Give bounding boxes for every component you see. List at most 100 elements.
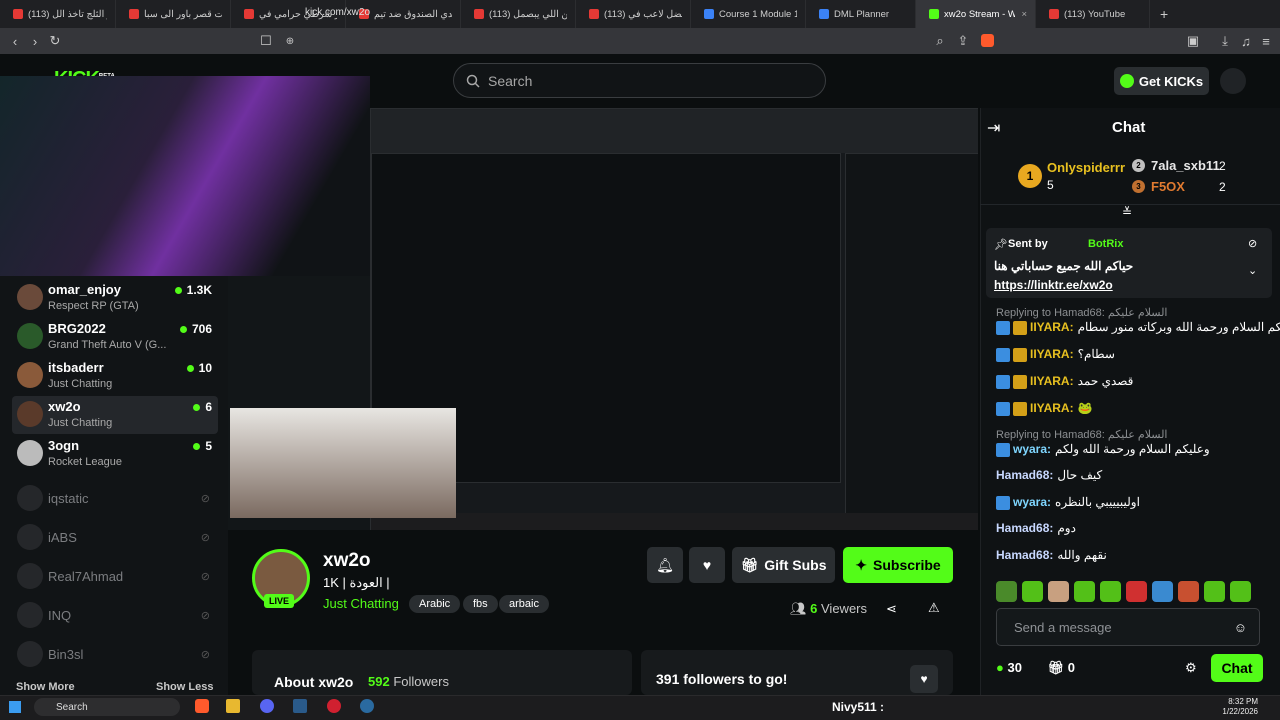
brave-app-icon[interactable]: [195, 699, 209, 713]
chat-username[interactable]: Hamad68:: [996, 521, 1053, 535]
search-icon: [466, 74, 480, 88]
menu-icon[interactable]: ≡: [1256, 34, 1276, 49]
emote-icon[interactable]: [1100, 581, 1121, 602]
goal-follow-button[interactable]: ♥: [910, 665, 938, 693]
offline-icon: ⊘: [200, 532, 210, 544]
browser-tab[interactable]: (113) افضل لاعب في: [576, 0, 691, 28]
crown-badge-icon: [1013, 347, 1027, 362]
pinned-link[interactable]: https://linktr.ee/xw2o: [994, 278, 1113, 292]
collapse-chat-icon[interactable]: ⇥: [987, 118, 1000, 138]
channel-name[interactable]: xw2o: [323, 550, 371, 572]
sidebar-channel-iqstatic[interactable]: iqstatic ⊘: [12, 480, 218, 518]
chat-username[interactable]: IIYARA:: [1030, 320, 1074, 334]
report-icon[interactable]: ⚠: [928, 600, 940, 616]
taskbar-search[interactable]: Search: [34, 698, 180, 716]
sidebar-channel-omar_enjoy[interactable]: omar_enjoy Respect RP (GTA) 1.3K: [12, 279, 218, 317]
brave-shield-icon[interactable]: [981, 34, 994, 47]
sidebar-channel-3ogn[interactable]: 3ogn Rocket League 5: [12, 435, 218, 473]
chat-input-placeholder: Send a message: [1014, 619, 1112, 635]
browser-tab[interactable]: Course 1 Module 1 Te: [691, 0, 806, 28]
user-avatar[interactable]: [1220, 68, 1246, 94]
channel-viewers: 6: [193, 400, 212, 414]
download-icon[interactable]: ⤓: [1215, 33, 1235, 49]
share-icon[interactable]: ⋖: [886, 601, 897, 617]
leader-name-1[interactable]: Onlyspiderrr: [1047, 160, 1125, 175]
url-text[interactable]: kick.com/xw2o: [305, 7, 370, 18]
sidebar-channel-inq[interactable]: INQ ⊘: [12, 597, 218, 635]
close-tab-icon[interactable]: ×: [1021, 9, 1027, 20]
chat-input[interactable]: Send a message ☺: [996, 608, 1260, 646]
follow-button[interactable]: ♥: [689, 547, 725, 583]
leader-name-2[interactable]: 7ala_sxb11: [1151, 158, 1220, 173]
browser-tab[interactable]: حولت قصر باور الى سبا: [116, 0, 231, 28]
reload-icon[interactable]: ↻: [45, 33, 65, 49]
app-icon[interactable]: [293, 699, 307, 713]
hide-pin-icon[interactable]: ⊘: [1248, 237, 1257, 250]
chat-username[interactable]: Hamad68:: [996, 548, 1053, 562]
windows-start-icon[interactable]: [9, 701, 21, 713]
chat-username[interactable]: IIYARA:: [1030, 374, 1074, 388]
share-icon[interactable]: ⇪: [953, 33, 973, 49]
sidebar-channel-iabs[interactable]: iABS ⊘: [12, 519, 218, 557]
bookmark-icon[interactable]: ☐: [256, 33, 276, 49]
discord-app-icon[interactable]: [260, 699, 274, 713]
tab-favicon-icon: [244, 9, 254, 19]
emote-icon[interactable]: [1230, 581, 1251, 602]
files-app-icon[interactable]: [226, 699, 240, 713]
reply-context[interactable]: Replying to Hamad68: السلام عليكم: [996, 306, 1167, 319]
chat-send-button[interactable]: Chat: [1211, 654, 1263, 682]
new-tab-button[interactable]: +: [1150, 6, 1178, 22]
emote-icon[interactable]: [1022, 581, 1043, 602]
steam-app-icon[interactable]: [360, 699, 374, 713]
expand-pin-icon[interactable]: ⌄: [1248, 264, 1257, 277]
emote-icon[interactable]: [1074, 581, 1095, 602]
zoom-icon[interactable]: ⌕: [930, 33, 950, 49]
reply-context[interactable]: Replying to Hamad68: السلام عليكم: [996, 428, 1167, 441]
app-icon[interactable]: [327, 699, 341, 713]
browser-tab[interactable]: (113) مين اللي يبصمل: [461, 0, 576, 28]
sidebar-channel-real7ahmad[interactable]: Real7Ahmad ⊘: [12, 558, 218, 596]
gift-subs-button[interactable]: 🎁︎ Gift Subs: [732, 547, 835, 583]
pinned-sender[interactable]: BotRix: [1088, 238, 1123, 250]
emote-icon[interactable]: [1204, 581, 1225, 602]
chat-username[interactable]: wyara:: [1013, 495, 1051, 509]
chat-username[interactable]: IIYARA:: [1030, 401, 1074, 415]
sidebar-channel-itsbaderr[interactable]: itsbaderr Just Chatting 10: [12, 357, 218, 395]
emote-icon[interactable]: [1178, 581, 1199, 602]
browser-tab[interactable]: (113) اكسر الثلج تاخذ الل: [0, 0, 116, 28]
gift-icon[interactable]: 🎁︎: [1048, 660, 1065, 675]
chat-settings-icon[interactable]: ⚙: [1185, 660, 1197, 676]
site-info-icon[interactable]: ⊕: [280, 36, 300, 47]
emoji-icon[interactable]: ☺: [1234, 620, 1247, 635]
subscribe-button[interactable]: ✦ Subscribe: [843, 547, 953, 583]
back-icon[interactable]: ‹: [5, 34, 25, 49]
stream-category[interactable]: Just Chatting: [323, 596, 399, 611]
leader-name-3[interactable]: F5OX: [1151, 179, 1185, 194]
sidebar-channel-bin3sl[interactable]: Bin3sl ⊘: [12, 636, 218, 674]
expand-leaderboard-icon[interactable]: ≚: [1122, 205, 1132, 219]
chat-username[interactable]: Hamad68:: [996, 468, 1053, 482]
show-less-button[interactable]: Show Less: [156, 681, 213, 693]
tag-arabic[interactable]: Arabic: [409, 595, 461, 613]
emote-icon[interactable]: [1048, 581, 1069, 602]
browser-tab[interactable]: DML Planner: [806, 0, 916, 28]
browser-tab[interactable]: xw2o Stream - W ×: [916, 0, 1036, 28]
channel-avatar: [17, 563, 43, 589]
tag-fbs[interactable]: fbs: [463, 595, 498, 613]
chat-username[interactable]: wyara:: [1013, 442, 1051, 456]
emote-icon[interactable]: [996, 581, 1017, 602]
show-more-button[interactable]: Show More: [16, 681, 75, 693]
sidebar-channel-xw2o[interactable]: xw2o Just Chatting 6: [12, 396, 218, 434]
browser-tab[interactable]: (113) YouTube: [1036, 0, 1150, 28]
search-input[interactable]: Search: [453, 63, 826, 98]
chat-username[interactable]: IIYARA:: [1030, 347, 1074, 361]
sidebar-toggle-icon[interactable]: ▣: [1183, 33, 1203, 49]
emote-icon[interactable]: [1126, 581, 1147, 602]
notification-bell-button[interactable]: 🔔︎: [647, 547, 683, 583]
media-icon[interactable]: ♫: [1236, 34, 1256, 49]
sidebar-channel-brg2022[interactable]: BRG2022 Grand Theft Auto V (G... 706: [12, 318, 218, 356]
forward-icon[interactable]: ›: [25, 34, 45, 49]
tag-arbaic[interactable]: arbaic: [499, 595, 549, 613]
emote-icon[interactable]: [1152, 581, 1173, 602]
get-kicks-button[interactable]: Get KICKs: [1114, 67, 1209, 95]
